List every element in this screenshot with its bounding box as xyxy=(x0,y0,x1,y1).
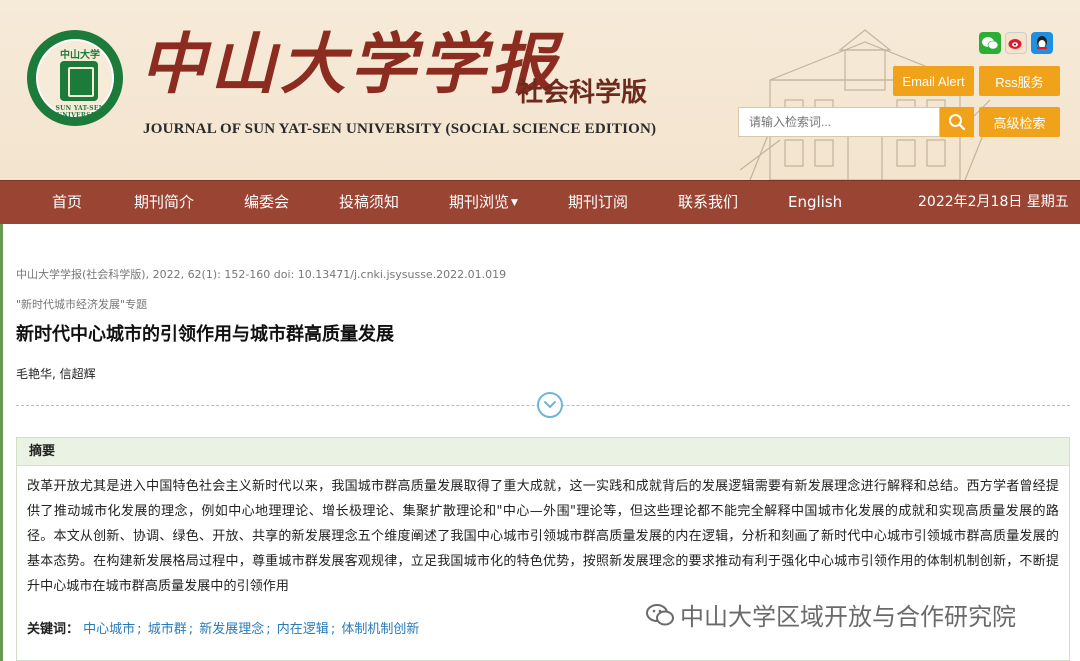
seal-english-text: SUN YAT-SEN UNIVERSITY xyxy=(55,105,105,119)
rss-button[interactable]: Rss服务 xyxy=(979,66,1060,96)
social-icons xyxy=(979,32,1053,54)
keyword-link[interactable]: 体制机制创新 xyxy=(341,622,419,637)
abstract-text: 改革开放尤其是进入中国特色社会主义新时代以来，我国城市群高质量发展取得了重大成就… xyxy=(27,479,1059,594)
search-icon xyxy=(949,114,966,131)
keyword-link[interactable]: 城市群 xyxy=(148,622,187,637)
wechat-icon[interactable] xyxy=(979,32,1001,54)
nav-editorial-board[interactable]: 编委会 xyxy=(244,181,289,225)
journal-subtitle: 社会科学版 xyxy=(517,78,648,108)
chevron-down-icon xyxy=(544,401,556,408)
search-button[interactable] xyxy=(940,107,974,137)
seal-ring: 中山大学 SUN YAT-SEN UNIVERSITY xyxy=(36,39,114,119)
current-date: 2022年2月18日 星期五 xyxy=(918,194,1069,210)
weibo-icon[interactable] xyxy=(1005,32,1027,54)
nav-subscription[interactable]: 期刊订阅 xyxy=(568,181,628,225)
nav-browse-dropdown[interactable]: 期刊浏览 ▼ xyxy=(449,181,518,225)
journal-english-title: JOURNAL OF SUN YAT-SEN UNIVERSITY (SOCIA… xyxy=(143,121,657,137)
article-column: "新时代城市经济发展"专题 xyxy=(16,298,148,311)
article-authors[interactable]: 毛艳华, 信超辉 xyxy=(16,365,96,382)
caret-down-icon: ▼ xyxy=(511,198,518,208)
site-header: 中山大学 SUN YAT-SEN UNIVERSITY 中山大学学报 社会科学版… xyxy=(0,0,1080,180)
expand-toggle-button[interactable] xyxy=(537,392,563,418)
article-title: 新时代中心城市的引领作用与城市群高质量发展 xyxy=(16,324,394,345)
email-alert-button[interactable]: Email Alert xyxy=(893,66,974,96)
main-nav: 首页 期刊简介 编委会 投稿须知 期刊浏览 ▼ 期刊订阅 联系我们 English… xyxy=(0,180,1080,224)
campus-building-sketch xyxy=(740,29,990,180)
nav-home[interactable]: 首页 xyxy=(52,181,82,225)
keyword-link[interactable]: 内在逻辑 xyxy=(277,622,329,637)
seal-text: 中山大学 xyxy=(60,50,100,61)
keyword-link[interactable]: 中心城市 xyxy=(83,622,135,637)
nav-journal-intro[interactable]: 期刊简介 xyxy=(134,181,194,225)
article-citation: 中山大学学报(社会科学版), 2022, 62(1): 152-160 doi:… xyxy=(16,268,507,281)
qq-icon[interactable] xyxy=(1031,32,1053,54)
advanced-search-button[interactable]: 高级检索 xyxy=(979,107,1060,137)
search-input[interactable] xyxy=(738,107,940,137)
wechat-watermark: 中山大学区域开放与合作研究院 xyxy=(646,597,1016,632)
keyword-link[interactable]: 新发展理念 xyxy=(199,622,264,637)
nav-submission-guide[interactable]: 投稿须知 xyxy=(339,181,399,225)
abstract-heading: 摘要 xyxy=(17,438,1069,466)
journal-title: 中山大学学报 xyxy=(140,25,560,103)
keywords-label: 关键词： xyxy=(27,622,80,637)
university-seal-logo[interactable]: 中山大学 SUN YAT-SEN UNIVERSITY xyxy=(27,30,123,126)
seal-building-icon xyxy=(60,61,98,101)
nav-contact[interactable]: 联系我们 xyxy=(678,181,738,225)
nav-english[interactable]: English xyxy=(788,181,842,225)
watermark-text: 中山大学区域开放与合作研究院 xyxy=(680,603,1016,631)
nav-browse-label: 期刊浏览 xyxy=(449,193,510,211)
keywords-row: 关键词： 中心城市; 城市群; 新发展理念; 内在逻辑; 体制机制创新 xyxy=(27,622,420,637)
wechat-watermark-icon xyxy=(646,603,674,625)
